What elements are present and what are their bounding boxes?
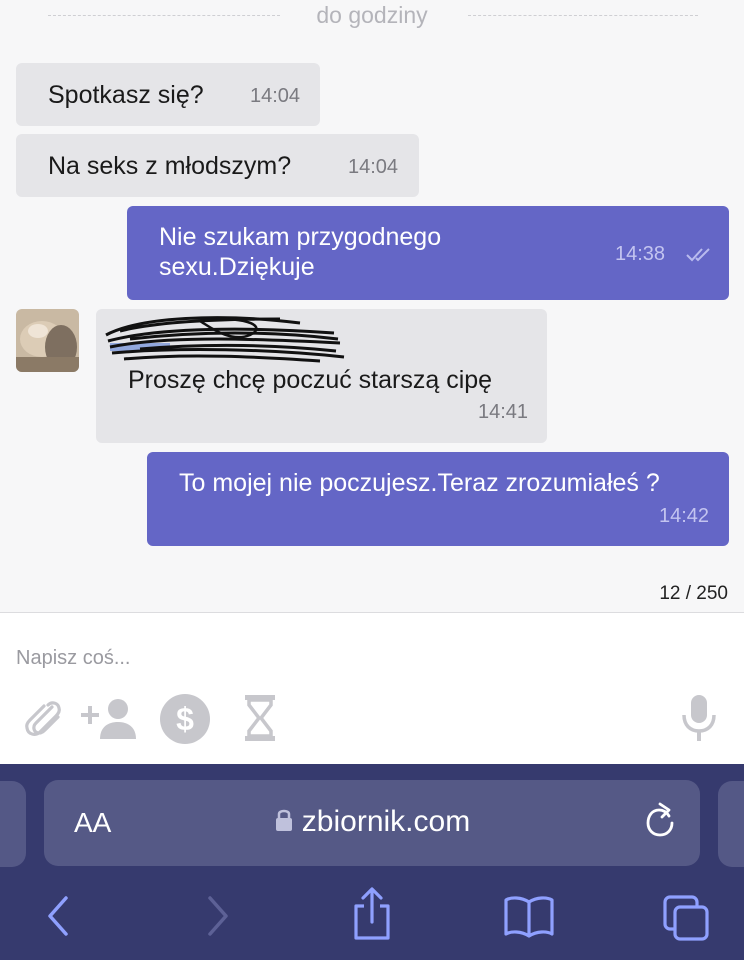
tabs-icon[interactable] bbox=[662, 894, 710, 942]
chat-area: do godziny Spotkasz się? 14:04 Na seks z… bbox=[0, 0, 744, 612]
browser-toolbar: AA zbiornik.com bbox=[0, 764, 744, 960]
previous-tab-edge[interactable] bbox=[0, 781, 26, 867]
message-text: Nie szukam przygodnego sexu.Dziękuje bbox=[159, 223, 442, 281]
message-text: Spotkasz się? bbox=[48, 81, 204, 109]
svg-text:$: $ bbox=[176, 701, 194, 737]
double-check-icon bbox=[686, 248, 710, 262]
message-composer: $ bbox=[0, 612, 744, 765]
add-person-icon[interactable] bbox=[80, 697, 138, 741]
avatar[interactable] bbox=[16, 309, 79, 372]
message-text: Na seks z młodszym? bbox=[48, 152, 292, 180]
character-counter: 12 / 250 bbox=[659, 583, 728, 604]
message-bubble-incoming[interactable]: Proszę chcę poczuć starszą cipę 14:41 bbox=[96, 309, 547, 443]
back-icon[interactable] bbox=[40, 892, 76, 940]
bookmarks-icon[interactable] bbox=[503, 894, 555, 938]
message-bubble-incoming[interactable]: Na seks z młodszym? 14:04 bbox=[16, 134, 419, 197]
message-bubble-outgoing[interactable]: To mojej nie poczujesz.Teraz zrozumiałeś… bbox=[147, 452, 729, 546]
domain-text: zbiornik.com bbox=[301, 805, 471, 838]
url-display[interactable]: zbiornik.com bbox=[44, 805, 700, 839]
message-time: 14:04 bbox=[250, 85, 301, 107]
message-bubble-incoming[interactable]: Spotkasz się? 14:04 bbox=[16, 63, 320, 126]
dollar-icon[interactable]: $ bbox=[159, 693, 211, 745]
message-bubble-outgoing[interactable]: Nie szukam przygodnego sexu.Dziękuje 14:… bbox=[127, 206, 729, 300]
message-time: 14:41 bbox=[478, 401, 529, 423]
forward-icon[interactable] bbox=[200, 892, 236, 940]
paperclip-icon[interactable] bbox=[22, 697, 64, 739]
message-time: 14:38 bbox=[615, 243, 666, 265]
message-text: To mojej nie poczujesz.Teraz zrozumiałeś… bbox=[179, 469, 660, 497]
share-icon[interactable] bbox=[352, 886, 392, 942]
message-time: 14:42 bbox=[659, 505, 710, 527]
date-divider-label: do godziny bbox=[316, 2, 428, 28]
lock-icon bbox=[275, 809, 292, 831]
hourglass-icon[interactable] bbox=[243, 693, 277, 743]
microphone-icon[interactable] bbox=[680, 693, 718, 743]
message-text: Proszę chcę poczuć starszą cipę bbox=[128, 366, 493, 394]
reload-icon[interactable] bbox=[642, 802, 678, 842]
message-input[interactable] bbox=[16, 643, 616, 673]
message-time: 14:04 bbox=[348, 156, 399, 178]
next-tab-edge[interactable] bbox=[718, 781, 744, 867]
address-bar[interactable]: AA zbiornik.com bbox=[44, 780, 700, 866]
redacted-sender-name bbox=[105, 316, 345, 363]
